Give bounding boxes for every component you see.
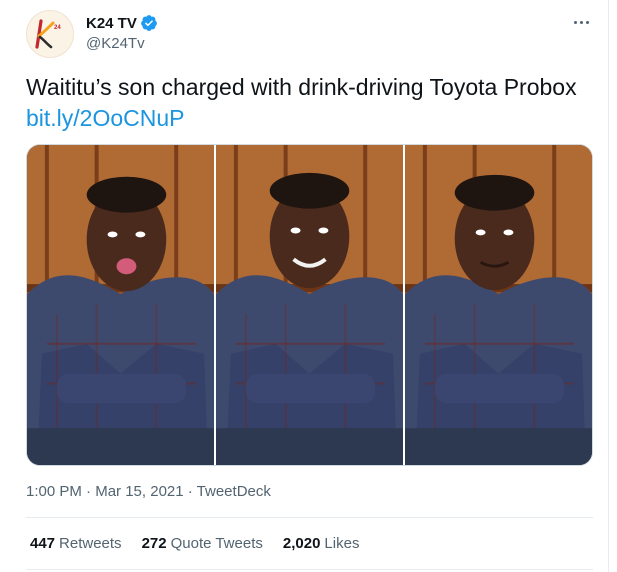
handle[interactable]: @K24Tv (86, 35, 158, 52)
author-names: K24 TV @K24Tv (86, 13, 158, 52)
tweet-stats: 447 Retweets 272 Quote Tweets 2,020 Likes (30, 535, 359, 552)
tweet-link[interactable]: bit.ly/2OoCNuP (26, 103, 601, 134)
avatar[interactable]: 24 (26, 10, 74, 58)
tweet-card: 24 K24 TV @K24Tv Waititu’s son charged w… (0, 0, 609, 572)
retweets-label: Retweets (59, 535, 122, 552)
likes-stat[interactable]: 2,020 Likes (283, 535, 360, 552)
more-options-icon[interactable] (568, 12, 594, 32)
meta-separator: · (81, 483, 96, 500)
tweet-body: Waititu’s son charged with drink-driving… (26, 74, 577, 100)
tweet-source[interactable]: TweetDeck (197, 483, 271, 500)
k24-logo-icon: 24 (35, 19, 61, 49)
media-grid (26, 144, 593, 466)
tweet-header: 24 K24 TV @K24Tv (26, 10, 596, 60)
tweet-text: Waititu’s son charged with drink-driving… (26, 72, 601, 134)
tweet-date[interactable]: Mar 15, 2021 (95, 483, 183, 500)
retweets-stat[interactable]: 447 Retweets (30, 535, 122, 552)
svg-text:24: 24 (54, 25, 61, 31)
likes-label: Likes (324, 535, 360, 552)
divider (26, 517, 593, 518)
tweet-time[interactable]: 1:00 PM (26, 483, 82, 500)
quote-tweets-stat[interactable]: 272 Quote Tweets (142, 535, 263, 552)
photo-1[interactable] (27, 145, 214, 465)
display-name[interactable]: K24 TV (86, 15, 137, 32)
likes-count: 2,020 (282, 535, 321, 552)
verified-badge-icon (140, 14, 158, 32)
quote-tweets-count: 272 (141, 535, 167, 552)
tweet-meta: 1:00 PM · Mar 15, 2021 · TweetDeck (26, 483, 271, 500)
photo-2[interactable] (216, 145, 403, 465)
quote-tweets-label: Quote Tweets (170, 535, 263, 552)
meta-separator: · (183, 483, 197, 500)
retweets-count: 447 (30, 535, 56, 552)
photo-3[interactable] (405, 145, 592, 465)
divider (26, 569, 593, 570)
